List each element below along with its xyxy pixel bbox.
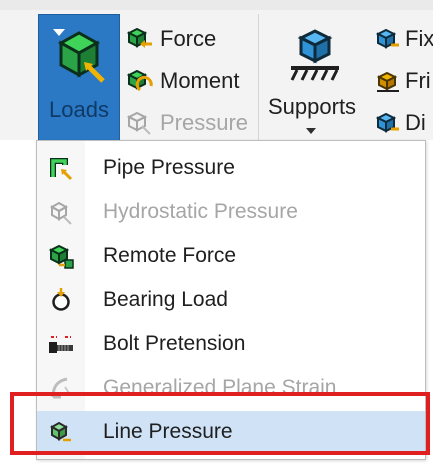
hydrostatic-pressure-icon	[49, 201, 72, 225]
loads-button[interactable]: Loads	[38, 14, 120, 146]
force-label: Force	[160, 26, 217, 51]
bolt-pretension-icon	[49, 336, 73, 353]
loads-dropdown-menu: Pipe Pressure Hydrostatic Pressure Remot…	[36, 140, 426, 460]
supports-label[interactable]: Supports	[268, 94, 356, 120]
ribbon: Loads Force Moment Pressure Supports Fix…	[0, 0, 433, 146]
menu-item-bearing-load[interactable]: Bearing Load	[37, 279, 425, 321]
menu-item-hydrostatic-pressure[interactable]: Hydrostatic Pressure	[37, 191, 425, 233]
menu-item-bolt-pretension[interactable]: Bolt Pretension	[37, 323, 425, 365]
pipe-pressure-icon	[50, 158, 73, 181]
menu-item-generalized-plane-strain[interactable]: Generalized Plane Strain	[37, 367, 425, 409]
loads-label: Loads	[49, 97, 109, 122]
fixed-support-label: Fix	[405, 26, 433, 51]
bearing-load-icon	[52, 288, 70, 311]
menu-item-pipe-pressure[interactable]: Pipe Pressure	[37, 147, 425, 189]
pressure-command[interactable]: Pressure	[126, 108, 248, 138]
force-icon	[126, 26, 154, 52]
displacement-command[interactable]: Di	[375, 108, 426, 138]
menu-item-remote-force[interactable]: Remote Force	[37, 235, 425, 277]
displacement-icon	[375, 111, 401, 135]
pressure-label: Pressure	[160, 110, 249, 135]
menu-item-label: Pipe Pressure	[103, 156, 235, 179]
menu-item-label: Hydrostatic Pressure	[103, 200, 298, 223]
frictionless-support-label: Fri	[405, 68, 431, 93]
displacement-label: Di	[405, 110, 426, 135]
ribbon-top-strip	[0, 0, 433, 10]
chevron-down-icon	[53, 29, 65, 36]
menu-item-label: Line Pressure	[103, 420, 233, 443]
chevron-down-icon[interactable]	[306, 128, 316, 135]
frictionless-support-command[interactable]: Fri	[375, 66, 431, 96]
menu-item-label: Generalized Plane Strain	[103, 376, 337, 399]
menu-item-line-pressure[interactable]: Line Pressure	[37, 411, 425, 453]
pressure-icon	[126, 110, 154, 136]
ribbon-separator	[258, 14, 259, 140]
moment-icon	[126, 68, 154, 94]
remote-force-icon	[48, 244, 74, 269]
menu-item-label: Bearing Load	[103, 288, 228, 311]
frictionless-support-icon	[375, 69, 401, 93]
fixed-support-icon	[375, 27, 401, 51]
moment-command[interactable]: Moment	[126, 66, 239, 96]
fixed-support-command[interactable]: Fix	[375, 24, 433, 54]
force-command[interactable]: Force	[126, 24, 216, 54]
loads-cube-icon	[57, 31, 105, 83]
generalized-plane-strain-icon	[51, 377, 70, 399]
supports-icon[interactable]	[287, 28, 343, 86]
menu-item-label: Bolt Pretension	[103, 332, 246, 355]
line-pressure-icon	[49, 421, 71, 442]
moment-label: Moment	[160, 68, 240, 93]
menu-item-label: Remote Force	[103, 244, 237, 267]
